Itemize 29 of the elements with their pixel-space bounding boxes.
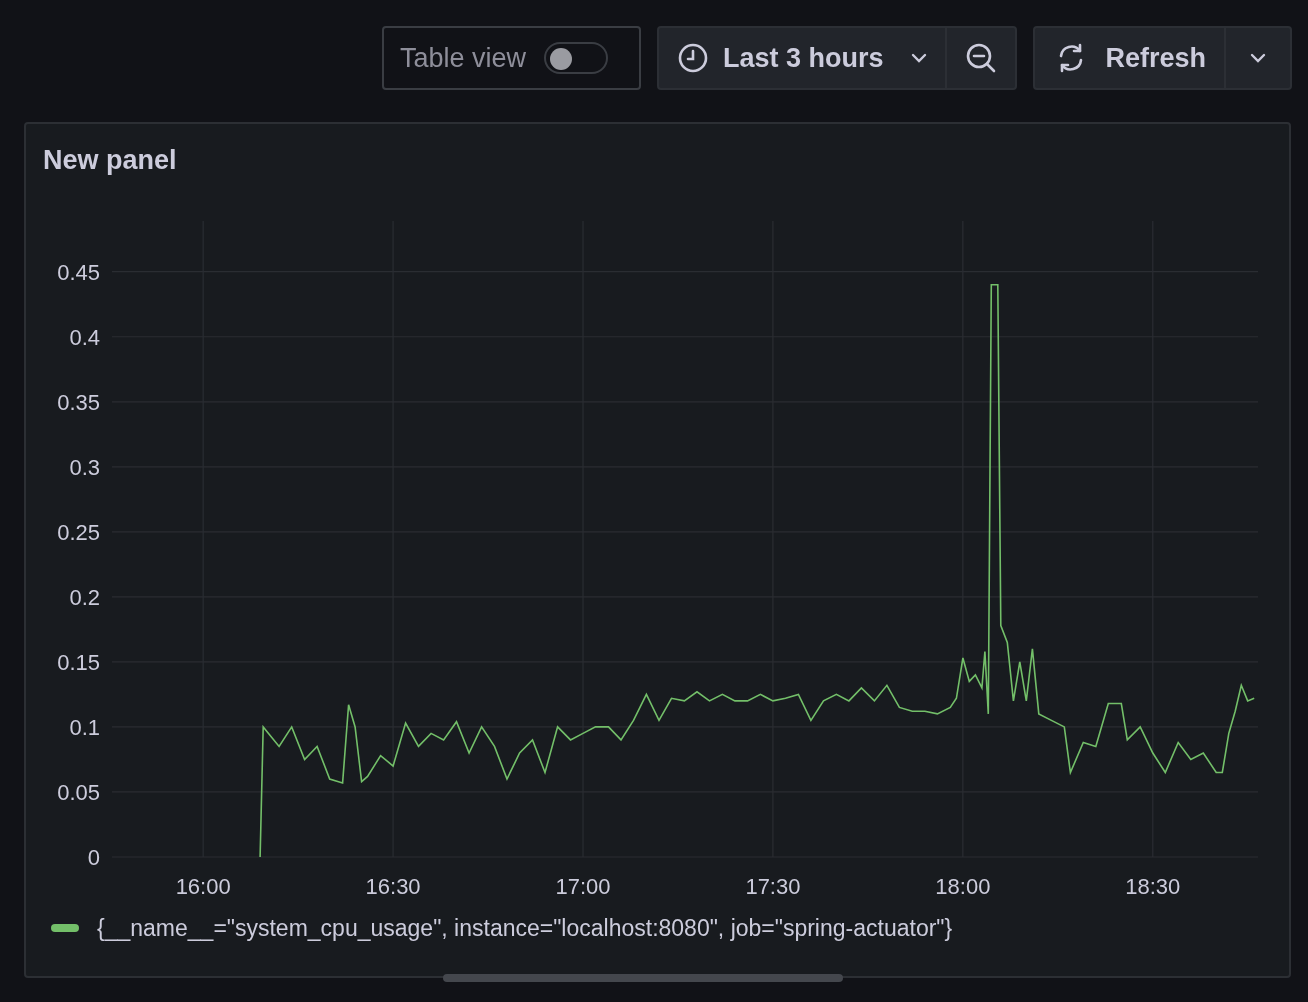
- toggle-switch[interactable]: [543, 42, 608, 74]
- table-view-toggle[interactable]: Table view: [381, 26, 641, 90]
- chevron-down-icon: [1250, 53, 1266, 63]
- y-tick-label: 0.2: [69, 584, 100, 610]
- x-tick-label: 16:00: [175, 873, 231, 899]
- zoom-out-icon: [965, 42, 998, 74]
- chevron-down-icon: [911, 53, 928, 63]
- y-tick-label: 0.15: [57, 649, 100, 675]
- y-tick-label: 0.25: [57, 519, 100, 545]
- time-range-button[interactable]: Last 3 hours: [656, 26, 948, 90]
- refresh-button[interactable]: Refresh: [1033, 26, 1226, 90]
- x-tick-label: 18:30: [1125, 873, 1181, 899]
- y-tick-label: 0: [87, 844, 100, 870]
- y-tick-label: 0.05: [57, 779, 100, 805]
- y-tick-label: 0.45: [57, 259, 100, 285]
- y-tick-label: 0.3: [69, 454, 100, 480]
- y-tick-label: 0.4: [69, 324, 100, 350]
- table-view-label: Table view: [399, 41, 526, 75]
- scrollbar[interactable]: [443, 974, 843, 982]
- y-tick-label: 0.1: [69, 714, 100, 740]
- x-tick-label: 17:00: [555, 873, 611, 899]
- panel-title: New panel: [42, 144, 177, 177]
- y-tick-label: 0.35: [57, 389, 100, 415]
- legend-label[interactable]: {__name__="system_cpu_usage", instance="localhost:8080", job="spring-actuator"}: [97, 910, 953, 945]
- x-tick-label: 17:30: [745, 873, 801, 899]
- x-tick-label: 18:00: [935, 873, 991, 899]
- zoom-out-button[interactable]: [947, 26, 1018, 90]
- clock-icon: [676, 42, 709, 74]
- x-tick-label: 16:30: [365, 873, 421, 899]
